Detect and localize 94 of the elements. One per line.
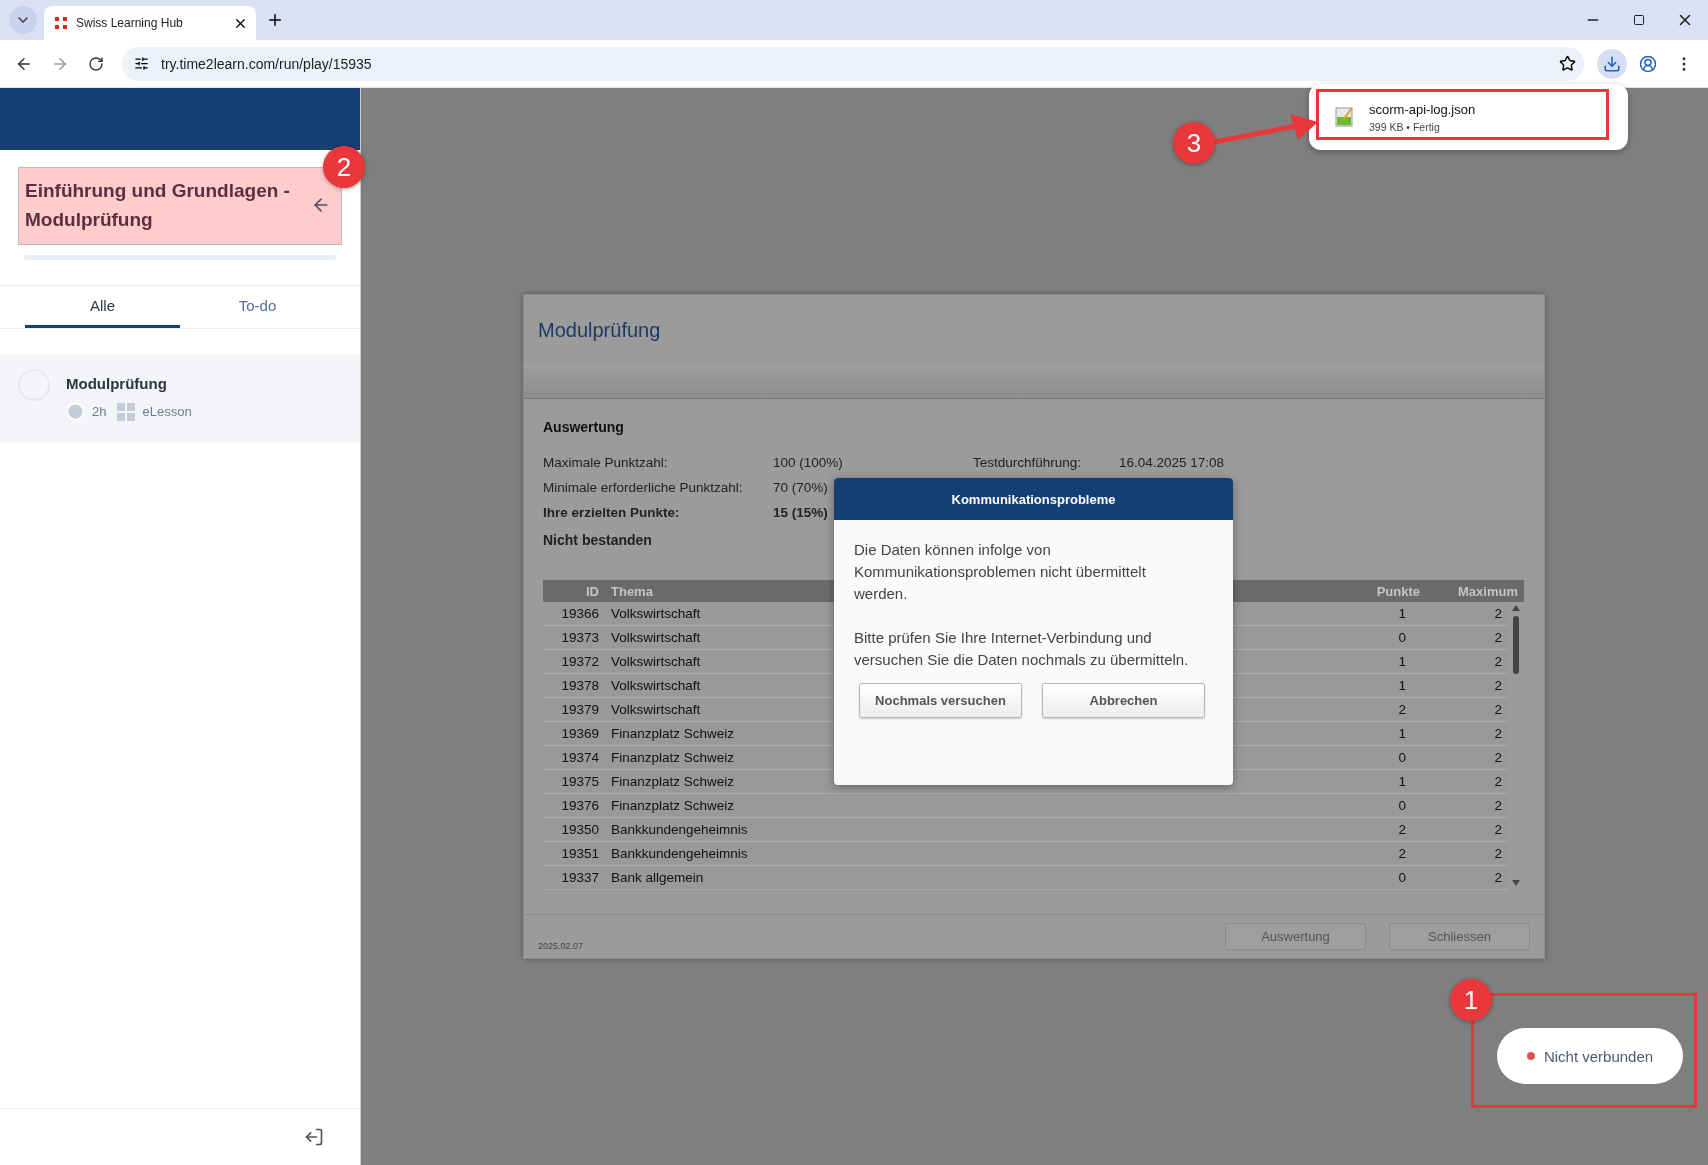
table-cell-text: Bankkundengeheimnis — [610, 822, 749, 837]
table-cell-text: 2 — [1493, 870, 1503, 885]
table-cell-text: 0 — [1397, 750, 1407, 765]
status-text: Nicht verbunden — [1543, 1047, 1654, 1065]
info-value: 16.04.2025 17:08 — [1119, 455, 1226, 470]
column-header: Maximum — [1457, 583, 1519, 599]
table-cell-text: 2 — [1493, 606, 1503, 621]
table-cell-text: 2 — [1493, 654, 1503, 669]
table-cell-text: 0 — [1397, 630, 1407, 645]
table-cell-text: Volkswirtschaft — [610, 678, 702, 693]
table-cell-text: 19351 — [560, 846, 600, 861]
dialog-button[interactable]: Nochmals versuchen — [859, 683, 1022, 718]
info-value: 70 (70%) — [773, 480, 829, 495]
table-cell-text: 2 — [1397, 846, 1407, 861]
column-header: Thema — [610, 583, 654, 599]
file-details: 399 KB • Fertig — [1369, 120, 1441, 133]
table-cell-text: 2 — [1493, 678, 1503, 693]
table-cell-text: Volkswirtschaft — [610, 606, 702, 621]
table-cell-text: 1 — [1397, 654, 1407, 669]
logo-icon — [54, 16, 68, 30]
table-cell-text: 2 — [1493, 846, 1503, 861]
table-cell-text: 19372 — [560, 654, 600, 669]
lesson-type: eLesson — [142, 404, 192, 419]
lesson-type-icon — [117, 402, 136, 421]
table-cell-text: 1 — [1397, 726, 1407, 741]
address-bar[interactable]: try.time2learn.com/run/play/15935 — [122, 46, 1584, 81]
dialog-title: Kommunikationsprobleme — [834, 478, 1233, 520]
table-cell-text: Finanzplatz Schweiz — [610, 798, 736, 813]
browser-tab[interactable]: Swiss Learning Hub — [44, 6, 256, 40]
table-cell-text: Volkswirtschaft — [610, 630, 702, 645]
table-cell-text: 2 — [1493, 774, 1503, 789]
table-cell-text: 2 — [1397, 822, 1407, 837]
section-title: Auswertung — [543, 419, 625, 435]
table-cell-text: 19366 — [560, 606, 600, 621]
table-cell-text: 2 — [1397, 702, 1407, 717]
bookmark-icon[interactable] — [1559, 55, 1576, 72]
dialog-message: Die Daten können infolge von Kommunikationsproblemen nicht übermittelt werden. — [854, 540, 1147, 604]
table-cell-text: 1 — [1397, 774, 1407, 789]
download-icon[interactable] — [1603, 54, 1621, 73]
dialog-button[interactable]: Abbrechen — [1042, 683, 1205, 718]
table-cell-text: Volkswirtschaft — [610, 654, 702, 669]
info-value: 15 (15%) — [773, 505, 829, 520]
table-cell-text: 19369 — [560, 726, 600, 741]
table-cell-text: Bank allgemein — [610, 870, 705, 885]
filter-tab[interactable]: Alle — [25, 286, 180, 328]
table-cell-text: 0 — [1397, 798, 1407, 813]
site-info-icon[interactable] — [134, 56, 149, 71]
table-cell-text: 19378 — [560, 678, 600, 693]
version-text: 2025.02.07 — [538, 940, 584, 951]
table-cell-text: 19373 — [560, 630, 600, 645]
reload-icon[interactable] — [88, 55, 104, 72]
table-cell-text: Finanzplatz Schweiz — [610, 750, 736, 765]
table-cell-text: Finanzplatz Schweiz — [610, 774, 736, 789]
dialog-message: Bitte prüfen Sie Ihre Internet-Verbindung und versuchen Sie die Daten nochmals zu übermitteln. — [854, 628, 1190, 670]
filter-tab[interactable]: To-do — [180, 286, 335, 328]
table-cell-text: 1 — [1397, 606, 1407, 621]
info-value: 100 (100%) — [773, 455, 844, 470]
table-cell-text: 2 — [1493, 630, 1503, 645]
table-cell-text: 19375 — [560, 774, 600, 789]
result-text: Nicht bestanden — [543, 532, 652, 548]
column-header: Punkte — [1375, 583, 1421, 599]
table-cell-text: 2 — [1493, 822, 1503, 837]
column-header: ID — [585, 583, 600, 599]
table-cell-text: 1 — [1397, 678, 1407, 693]
new-tab-icon[interactable] — [266, 11, 284, 29]
info-label: Ihre erzielten Punkte: — [543, 505, 681, 520]
table-cell-text: Volkswirtschaft — [610, 702, 702, 717]
table-cell-text: 2 — [1493, 702, 1503, 717]
info-label: Testdurchführung: — [973, 455, 1083, 470]
table-cell-text: Bankkundengeheimnis — [610, 846, 749, 861]
profile-icon[interactable] — [1639, 54, 1657, 73]
table-cell-text: 19337 — [560, 870, 600, 885]
tab-title: Swiss Learning Hub — [76, 16, 184, 30]
download-button[interactable] — [1597, 48, 1627, 79]
table-cell-text: 2 — [1493, 726, 1503, 741]
table-cell-text: 2 — [1493, 750, 1503, 765]
lesson-duration: 2h — [92, 404, 107, 419]
lesson-item[interactable]: Modulprüfung 2h eLesson — [0, 355, 360, 443]
table-cell-text: 2 — [1493, 798, 1503, 813]
info-label: Minimale erforderliche Punktzahl: — [543, 480, 744, 495]
table-cell-text: Finanzplatz Schweiz — [610, 726, 736, 741]
table-cell-text: 19374 — [560, 750, 600, 765]
info-label: Maximale Punktzahl: — [543, 455, 669, 470]
table-cell-text: 19350 — [560, 822, 600, 837]
lesson-title: Modulprüfung — [66, 375, 168, 392]
exam-title: Modulprüfung — [538, 319, 661, 342]
table-cell-text: 19379 — [560, 702, 600, 717]
table-cell-text: 0 — [1397, 870, 1407, 885]
course-title: Einführung und Grundlagen - Modulprüfung — [25, 179, 291, 232]
file-icon — [1335, 106, 1355, 128]
exit-icon[interactable] — [304, 1127, 324, 1147]
table-cell-text: 19376 — [560, 798, 600, 813]
maximize-icon[interactable] — [1633, 14, 1645, 26]
file-name[interactable]: scorm-api-log.json — [1369, 101, 1476, 117]
